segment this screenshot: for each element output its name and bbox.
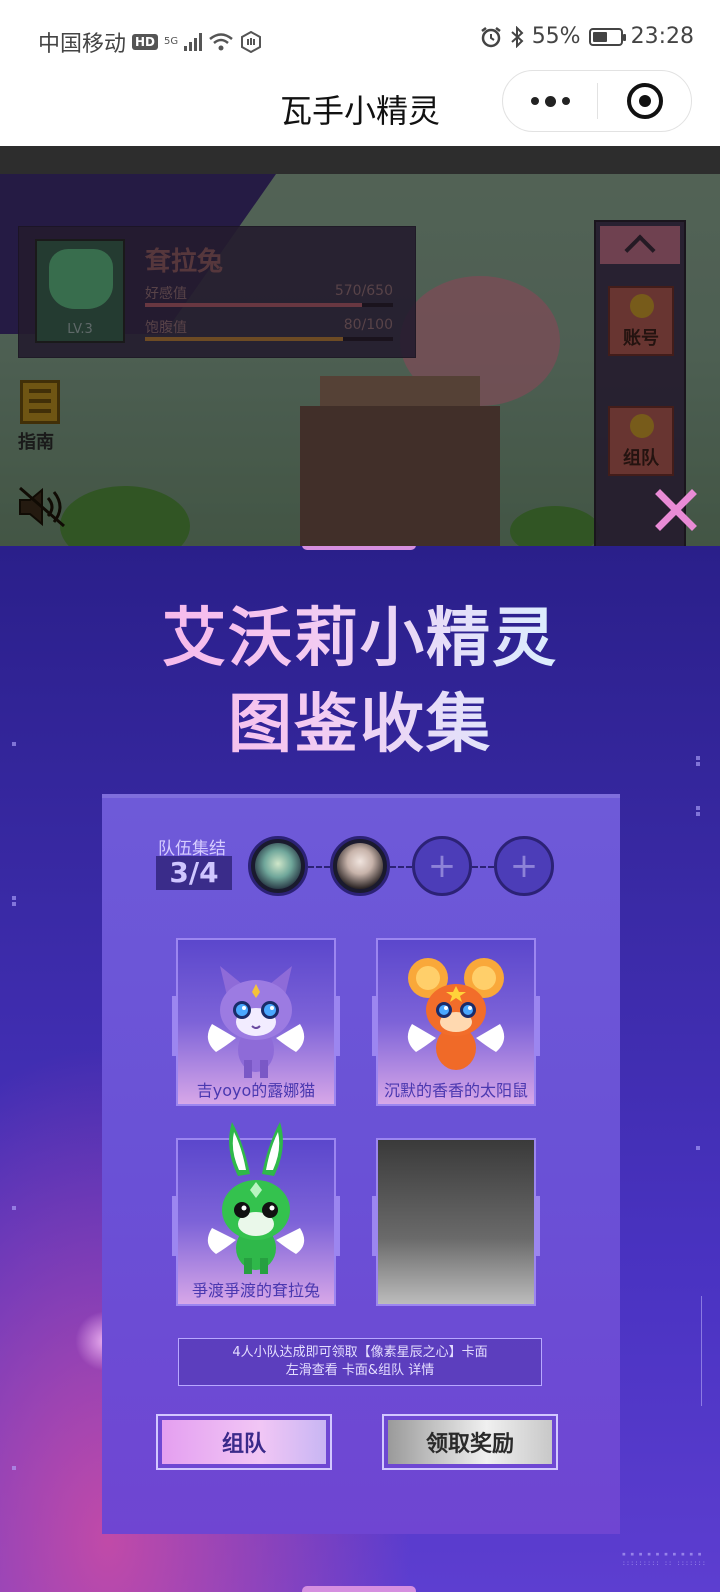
plus-icon: + (427, 846, 457, 886)
reward-info-line2: 左滑查看 卡面&组队 详情 (285, 1363, 435, 1378)
decorative-code-text: ▪ ▪ ▪ ▪ ▪ ▪ ▪ ▪ ▪ ▪::::::::: :: ::::::: (621, 1550, 706, 1567)
team-up-button[interactable]: 组队 (156, 1414, 332, 1470)
carrier-name: 中国移动 (38, 32, 127, 57)
battery-percent: 55% (531, 24, 581, 49)
close-icon[interactable] (654, 488, 698, 532)
creature-card[interactable]: 吉yoyo的露娜猫 (172, 938, 340, 1106)
collection-modal: 艾沃莉小精灵 图鉴收集 队伍集结 3/4 + + 吉yoyo的露娜猫 沉默的香香… (0, 546, 720, 1592)
plus-icon: + (509, 846, 539, 886)
creature-name: 爭渡爭渡的耷拉兔 (191, 1281, 320, 1300)
signal-icon (184, 33, 203, 51)
team-count: 3/4 (156, 856, 232, 890)
close-program-button[interactable] (598, 71, 691, 131)
reward-info: 4人小队达成即可领取【像素星辰之心】卡面 左滑查看 卡面&组队 详情 (178, 1338, 542, 1386)
battery-icon (588, 27, 626, 46)
nav-bar: 瓦手小精灵 (0, 70, 720, 146)
carrier-group: 中国移动 HD 5G (38, 26, 262, 58)
creature-card[interactable]: 爭渡爭渡的耷拉兔 (172, 1122, 340, 1306)
hd-badge: HD (132, 34, 159, 50)
modal-title: 艾沃莉小精灵 图鉴收集 (0, 596, 720, 768)
add-member-button[interactable]: + (412, 836, 472, 896)
clock: 23:28 (630, 24, 694, 49)
claim-reward-label: 领取奖励 (388, 1420, 552, 1464)
add-member-button[interactable]: + (494, 836, 554, 896)
network-type: 5G (164, 36, 179, 47)
modal-title-line2: 图鉴收集 (228, 688, 492, 762)
creature-name: 沉默的香香的太阳鼠 (384, 1081, 529, 1100)
orange-mouse-sprite (407, 958, 505, 1070)
team-member-avatar[interactable] (248, 836, 308, 896)
bluetooth-icon (511, 25, 524, 48)
modal-top-tab (302, 546, 416, 550)
reward-info-line1: 4人小队达成即可领取【像素星辰之心】卡面 (232, 1345, 488, 1360)
creature-card[interactable]: 沉默的香香的太阳鼠 (372, 938, 540, 1106)
modal-title-line1: 艾沃莉小精灵 (162, 602, 558, 676)
team-up-label: 组队 (162, 1420, 326, 1464)
more-menu-icon[interactable] (503, 71, 597, 131)
game-scene: LV.3 耷拉兔 好感值 570/650 饱腹值 80/100 指南 账号 组队 (0, 146, 720, 546)
creature-name: 吉yoyo的露娜猫 (196, 1081, 316, 1100)
purple-cat-sprite (207, 966, 305, 1078)
target-icon (626, 83, 663, 119)
locked-creature-card[interactable] (372, 1138, 540, 1306)
green-rabbit-sprite (207, 1122, 305, 1274)
modal-bottom-tab (302, 1586, 416, 1592)
collection-panel: 队伍集结 3/4 + + 吉yoyo的露娜猫 沉默的香香的太阳鼠 爭渡爭渡的耷拉… (102, 794, 620, 1534)
alarm-icon (480, 26, 501, 47)
status-right: 55% 23:28 (480, 24, 694, 49)
privacy-icon (241, 31, 262, 53)
wifi-icon (209, 33, 233, 51)
mini-program-capsule (502, 70, 692, 132)
claim-reward-button[interactable]: 领取奖励 (382, 1414, 558, 1470)
team-member-avatar[interactable] (330, 836, 390, 896)
status-bar: 中国移动 HD 5G 55% 23:28 (0, 0, 720, 80)
